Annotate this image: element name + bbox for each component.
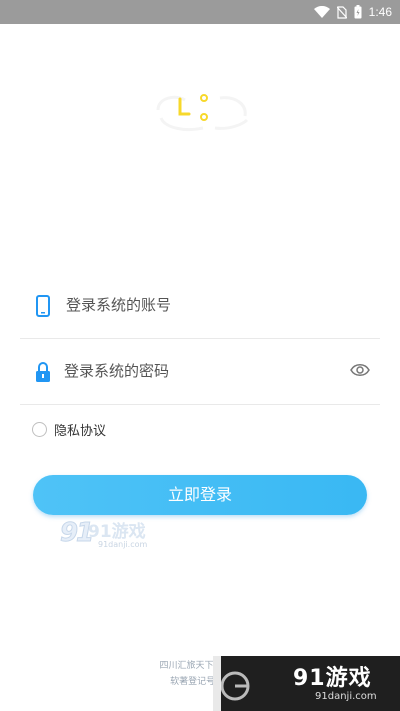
status-bar: 1:46 (0, 0, 400, 24)
no-sim-icon (336, 5, 347, 19)
password-placeholder: 登录系统的密码 (64, 362, 170, 380)
watermark-banner: 91游戏 91danji.com (213, 656, 400, 711)
account-placeholder: 登录系统的账号 (66, 296, 172, 314)
battery-icon (354, 5, 362, 19)
wifi-icon (313, 6, 330, 18)
watermark-logo-text: 91游戏 (88, 522, 146, 542)
watermark-logo: 9 1 91游戏 91danji.com (60, 515, 160, 555)
privacy-agreement[interactable]: 隐私协议 (32, 418, 106, 440)
phone-icon (36, 295, 50, 317)
login-button[interactable]: 立即登录 (33, 475, 367, 515)
watermark-banner-text: 91游戏 (293, 666, 372, 691)
watermark-url: 91danji.com (98, 540, 148, 549)
status-icons: 1:46 (313, 3, 392, 21)
privacy-radio[interactable] (32, 421, 47, 437)
app-logo (156, 94, 249, 132)
privacy-label: 隐私协议 (54, 423, 107, 439)
account-input[interactable]: 登录系统的账号 (20, 272, 380, 339)
watermark-g-icon (213, 656, 250, 711)
password-input[interactable]: 登录系统的密码 (20, 338, 380, 405)
lock-icon (36, 362, 50, 382)
status-time: 1:46 (368, 5, 392, 19)
eye-icon[interactable] (350, 362, 370, 378)
watermark-banner-url: 91danji.com (315, 691, 377, 702)
